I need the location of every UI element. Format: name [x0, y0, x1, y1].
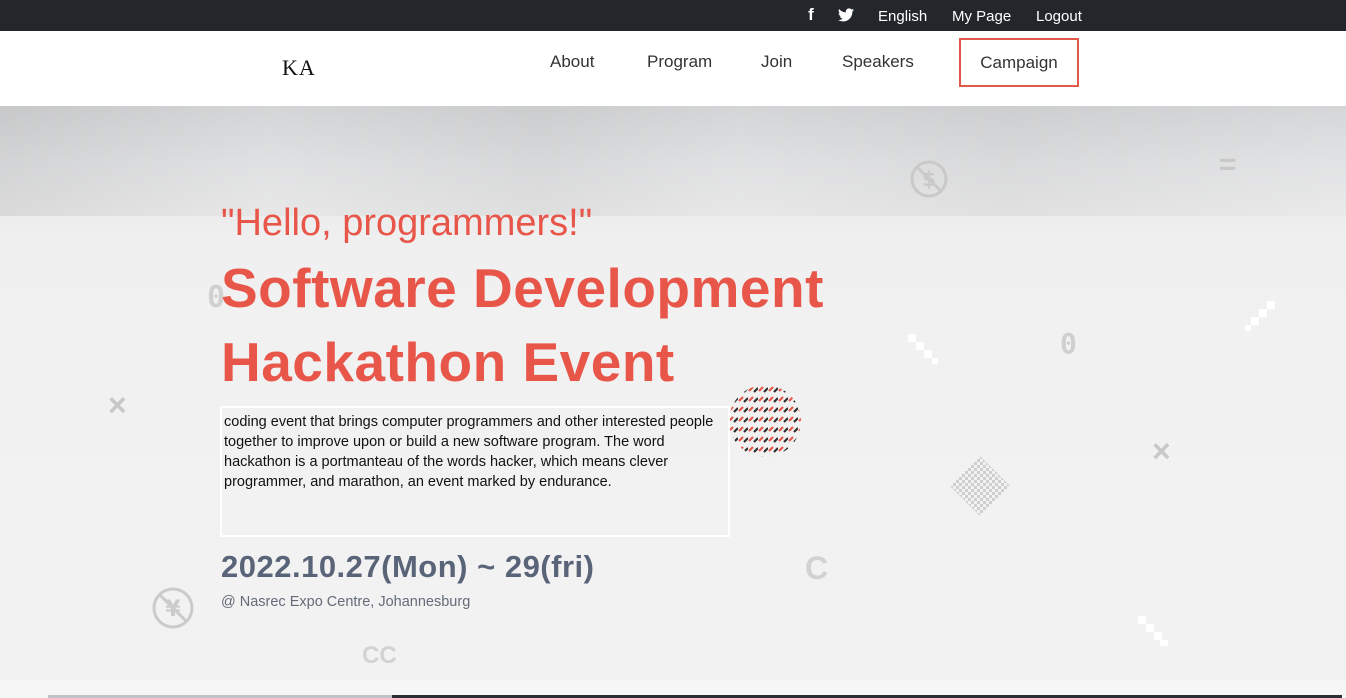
equals-glyph: =: [1219, 148, 1237, 181]
description-box: coding event that brings computer progra…: [220, 406, 730, 537]
letter-c-glyph: C: [805, 550, 829, 586]
checkered-diamond-decoration: [950, 456, 1010, 516]
hero-title-line-2: Hackathon Event: [221, 331, 675, 393]
nav-join[interactable]: Join: [761, 52, 792, 72]
site-logo[interactable]: KA: [282, 55, 316, 81]
pixel-squares-decoration: [1245, 301, 1275, 331]
hero-title: Software Development Hackathon Event: [221, 251, 824, 399]
my-page-link[interactable]: My Page: [952, 8, 1011, 26]
zero-glyph-right: 0: [1060, 327, 1077, 360]
dollar-glyph: $: [922, 167, 936, 191]
hero-section: $ ¥ = 0 0 × × C CC "Hello, programmers!"…: [0, 106, 1346, 698]
dollar-circle-icon: $: [910, 160, 948, 198]
main-navbar: KA About Program Join Speakers Campaign: [0, 31, 1346, 106]
hero-greeting: "Hello, programmers!": [221, 202, 593, 244]
event-dates: 2022.10.27(Mon) ~ 29(fri): [221, 549, 595, 584]
times-glyph-left: ×: [108, 387, 127, 423]
yen-circle-icon: ¥: [152, 587, 194, 629]
logout-link[interactable]: Logout: [1036, 8, 1082, 26]
yen-glyph: ¥: [165, 597, 181, 622]
nav-about[interactable]: About: [550, 52, 594, 72]
nav-campaign-label: Campaign: [980, 53, 1058, 72]
letters-cc-glyph: CC: [362, 642, 397, 669]
top-utility-bar: f English My Page Logout: [0, 0, 1346, 31]
twitter-icon[interactable]: [838, 8, 854, 22]
hero-background-photo: [0, 106, 1346, 216]
hero-description: coding event that brings computer progra…: [224, 414, 714, 490]
times-glyph-right: ×: [1152, 433, 1171, 469]
language-link[interactable]: English: [878, 8, 927, 26]
nav-speakers[interactable]: Speakers: [842, 52, 914, 72]
nav-program[interactable]: Program: [647, 52, 712, 72]
pixel-squares-decoration: [1138, 616, 1168, 646]
pixel-squares-decoration: [908, 334, 938, 364]
nav-campaign[interactable]: Campaign: [959, 38, 1079, 87]
hero-title-line-1: Software Development: [221, 257, 824, 319]
event-venue: @ Nasrec Expo Centre, Johannesburg: [221, 594, 471, 610]
facebook-icon[interactable]: f: [805, 6, 817, 24]
